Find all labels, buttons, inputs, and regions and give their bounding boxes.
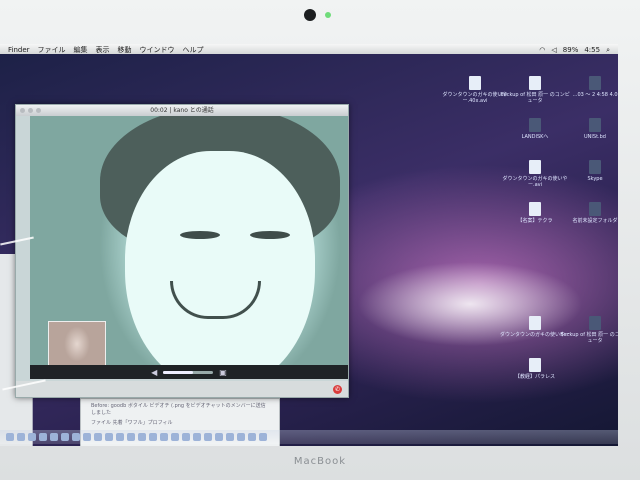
dock-icon[interactable]	[215, 433, 223, 441]
call-controls: ◀ ▣	[30, 365, 348, 379]
desktop-icon[interactable]: 【教経】パラレス	[500, 358, 570, 380]
remote-video	[30, 116, 348, 365]
dock-icon[interactable]	[6, 433, 14, 441]
fullscreen-icon[interactable]: ▣	[219, 368, 227, 377]
dock-icon[interactable]	[94, 433, 102, 441]
dock-icon[interactable]	[204, 433, 212, 441]
window-buttons	[20, 108, 41, 113]
dock-icon[interactable]	[182, 433, 190, 441]
chat-message: ファイル 先着「ワフル」プロフィル	[91, 420, 173, 426]
volume-slider-fill	[163, 370, 194, 374]
webcam-indicator	[325, 12, 331, 18]
dock-icon[interactable]	[160, 433, 168, 441]
dock-icon[interactable]	[83, 433, 91, 441]
volume-slider[interactable]	[163, 370, 214, 374]
dock-icon[interactable]	[105, 433, 113, 441]
chat-message: Before: goodb ボタイル ビデオチ (.png をビデオチャットのメ…	[91, 403, 266, 416]
screen: Finder ファイル 編集 表示 移動 ウインドウ ヘルプ ◠ ◁ 89% 4…	[0, 44, 618, 446]
desktop-icon[interactable]: …03 ～ 2 4:58 4.0	[560, 76, 618, 98]
dock-icon[interactable]	[149, 433, 157, 441]
close-icon[interactable]	[20, 108, 25, 113]
dock-icon[interactable]	[28, 433, 36, 441]
minimize-icon[interactable]	[28, 108, 33, 113]
webcam	[304, 9, 316, 21]
dock-icon[interactable]	[127, 433, 135, 441]
dock-icon[interactable]	[226, 433, 234, 441]
brand-label: MacBook	[293, 456, 347, 467]
dock-icon[interactable]	[39, 433, 47, 441]
desktop-icon[interactable]: Backup of 松田 原一 のコンピュータ	[560, 316, 618, 344]
dock-icon[interactable]	[193, 433, 201, 441]
self-view-video[interactable]	[48, 321, 106, 365]
dock-icon[interactable]	[116, 433, 124, 441]
desktop-icon[interactable]: 名前未設定フォルダ	[560, 202, 618, 224]
dock-icon[interactable]	[17, 433, 25, 441]
dock-icon[interactable]	[138, 433, 146, 441]
video-call-window[interactable]: 00:02 | kano との通話 ◀ ▣ ✆	[15, 104, 349, 398]
dock-icon[interactable]	[171, 433, 179, 441]
video-call-titlebar[interactable]: 00:02 | kano との通話	[16, 105, 348, 116]
dock-icon[interactable]	[237, 433, 245, 441]
zoom-icon[interactable]	[36, 108, 41, 113]
menu-finder[interactable]: Finder	[8, 46, 30, 54]
dock-icon[interactable]	[248, 433, 256, 441]
desktop-icon[interactable]: Skype	[560, 160, 618, 182]
dock-icon[interactable]	[50, 433, 58, 441]
desktop-icon[interactable]: UNISt.bd	[560, 118, 618, 140]
person-eye	[250, 231, 290, 239]
person-eye	[180, 231, 220, 239]
call-toolbar: ✆	[16, 381, 348, 397]
hang-up-icon[interactable]: ✆	[333, 384, 342, 394]
volume-icon[interactable]: ◀	[151, 368, 157, 377]
dock	[0, 430, 618, 444]
dock-icon[interactable]	[259, 433, 267, 441]
person-face	[125, 151, 315, 365]
desktop-icons: ダウンタウンのガキの使いやー.40x.avi Backup of 松田 原一 の…	[420, 76, 618, 416]
dock-icon[interactable]	[72, 433, 80, 441]
video-call-title: 00:02 | kano との通話	[150, 107, 214, 114]
dock-icon[interactable]	[61, 433, 69, 441]
